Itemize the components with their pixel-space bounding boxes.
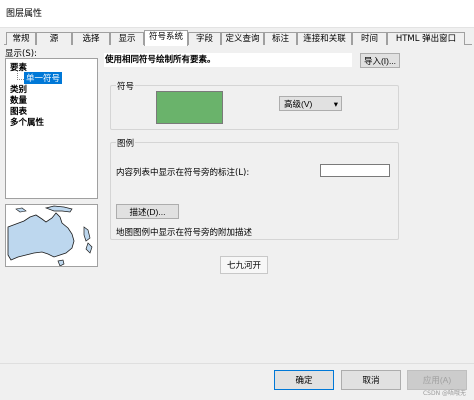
preview-map: [5, 204, 98, 267]
tab-3[interactable]: 显示: [110, 32, 144, 45]
tab-4[interactable]: 符号系统: [144, 30, 188, 46]
symbol-group: 符号: [110, 80, 399, 130]
renderer-tree[interactable]: 要素 单一符号 类别 数量 图表 多个属性: [5, 58, 98, 199]
tab-7[interactable]: 标注: [264, 32, 297, 45]
tab-9[interactable]: 时间: [352, 32, 387, 45]
tab-5[interactable]: 字段: [188, 32, 221, 45]
button-bar: [0, 363, 474, 400]
ok-button[interactable]: 确定: [274, 370, 334, 390]
tab-2[interactable]: 选择: [72, 32, 110, 45]
tree-item-multiple-attributes[interactable]: 多个属性: [10, 116, 44, 128]
tab-0[interactable]: 常规: [6, 32, 36, 45]
description-button[interactable]: 描述(D)...: [116, 204, 179, 219]
apply-button[interactable]: 应用(A): [407, 370, 467, 390]
symbol-group-label: 符号: [116, 80, 136, 92]
tree-connector: [17, 79, 24, 80]
toc-label: 内容列表中显示在符号旁的标注(L):: [116, 168, 250, 178]
import-button[interactable]: 导入(I)...: [360, 53, 400, 68]
tab-10[interactable]: HTML 弹出窗口: [387, 32, 465, 45]
title-bar: 图层属性: [0, 0, 474, 28]
legend-group-label: 图例: [116, 137, 136, 149]
tab-strip: 常规源选择 显示 符号系统 字段 定义查询 标注 连接和关联 时间 HTML 弹出窗口: [4, 30, 472, 46]
tree-item-single-symbol[interactable]: 单一符号: [24, 72, 63, 84]
renderer-description: 使用相同符号绘制所有要素。: [104, 53, 352, 67]
tab-6[interactable]: 定义查询: [221, 32, 264, 45]
advanced-button-label: 高级(V): [284, 99, 313, 109]
watermark: CSDN @唔哦无: [422, 390, 466, 397]
description-hint: 地图图例中显示在符号旁的附加描述: [116, 228, 253, 238]
tab-1[interactable]: 源: [36, 32, 72, 45]
dropdown-arrow-icon: ▾: [333, 99, 338, 109]
cancel-button[interactable]: 取消: [341, 370, 401, 390]
advanced-button[interactable]: 高级(V) ▾: [279, 96, 342, 111]
symbol-swatch-button[interactable]: [156, 91, 223, 124]
marker-button[interactable]: 七九河开: [220, 256, 268, 274]
australia-map-image: [6, 205, 97, 266]
toc-label-input[interactable]: [320, 164, 390, 177]
window-title: 图层属性: [6, 9, 43, 19]
tab-8[interactable]: 连接和关联: [297, 32, 352, 45]
